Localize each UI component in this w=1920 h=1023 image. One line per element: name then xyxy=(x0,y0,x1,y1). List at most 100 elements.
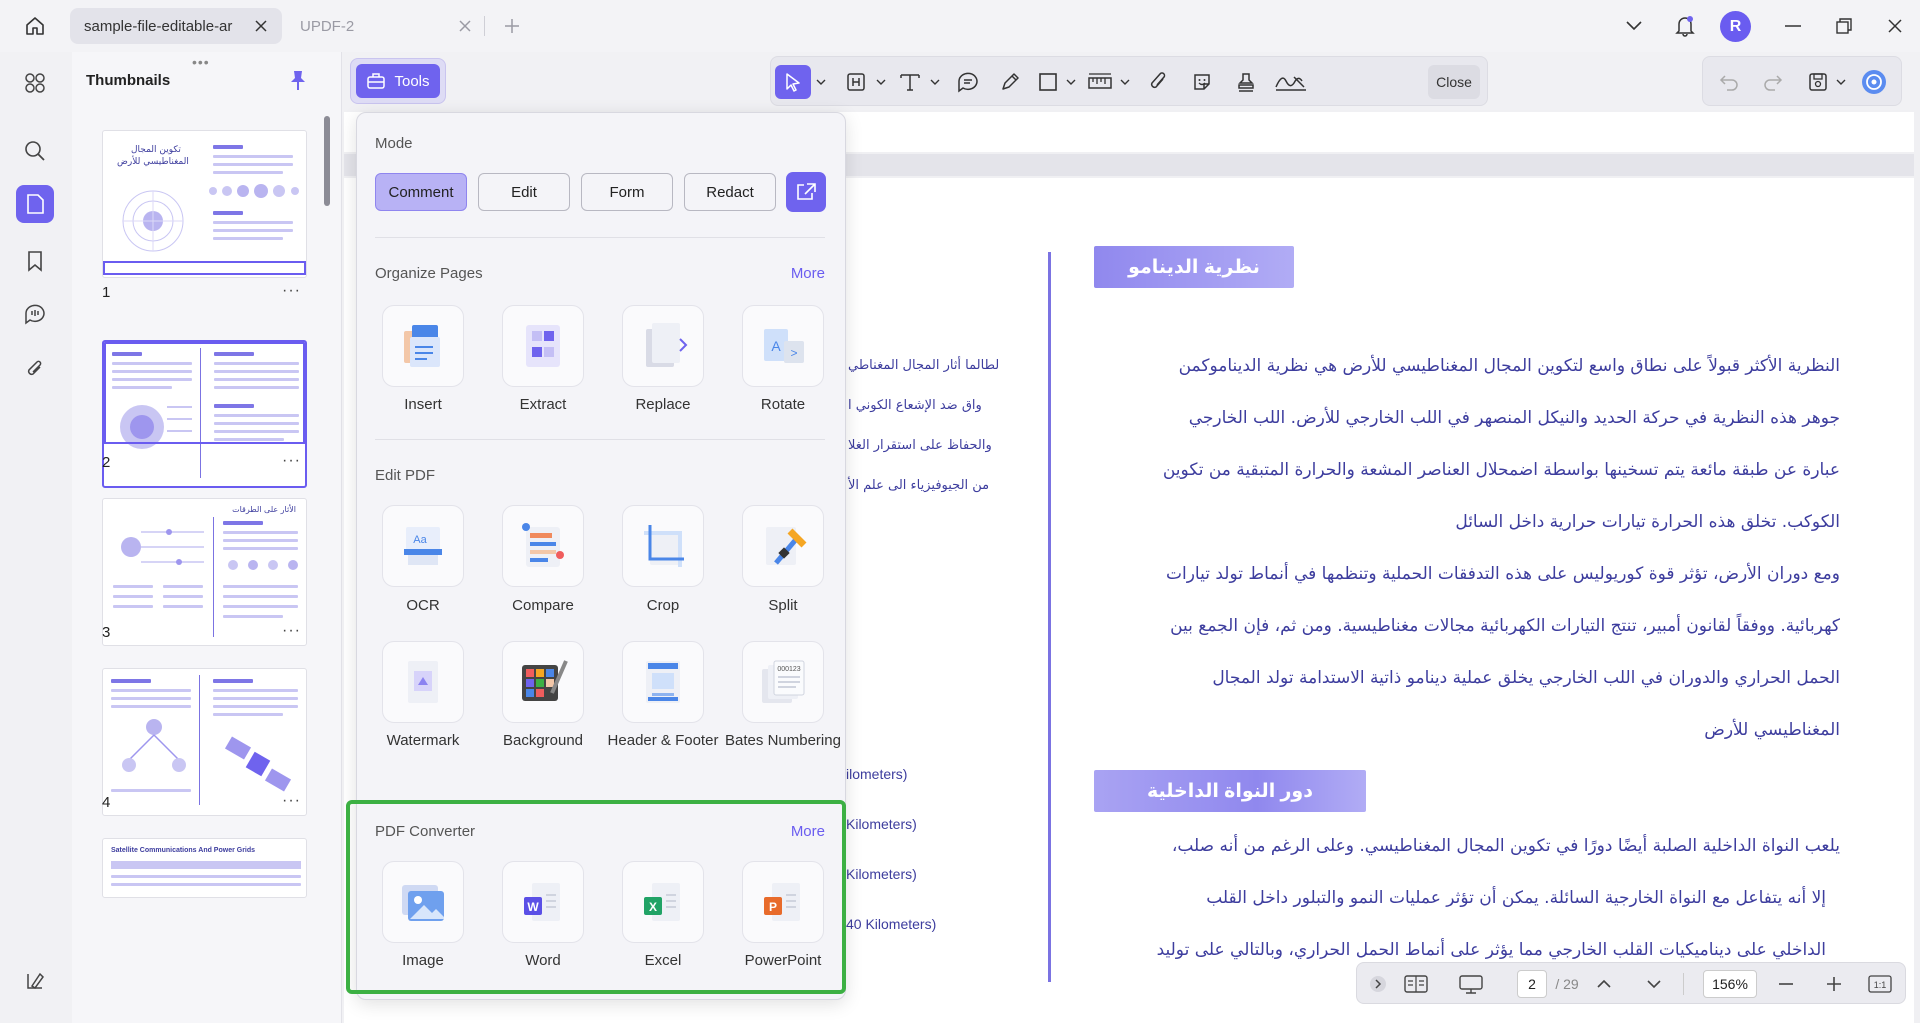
open-external-button[interactable] xyxy=(786,172,826,212)
mode-edit-button[interactable]: Edit xyxy=(478,173,570,211)
zoom-in-icon[interactable] xyxy=(1821,969,1847,999)
drag-handle[interactable]: ••• xyxy=(192,54,210,70)
ai-assistant-icon[interactable] xyxy=(1857,65,1891,99)
svg-text:Aa: Aa xyxy=(413,534,427,546)
redo-icon[interactable] xyxy=(1757,65,1789,99)
thumb-title: المغناطيسي للأرض xyxy=(117,157,189,167)
bell-icon[interactable] xyxy=(1670,12,1700,40)
extract-tile[interactable] xyxy=(502,305,584,387)
tools-button-inner[interactable]: Tools xyxy=(356,64,440,98)
thumbnail-page-3[interactable]: الأثار على الطرقات xyxy=(102,498,307,646)
stamp-tool[interactable] xyxy=(1229,65,1263,99)
chevron-down-icon[interactable] xyxy=(873,65,889,99)
thumbnail-page-2[interactable] xyxy=(102,340,307,488)
header-footer-tile[interactable] xyxy=(622,641,704,723)
split-tile[interactable] xyxy=(742,505,824,587)
extract-label: Extract xyxy=(519,396,567,413)
external-link-icon xyxy=(797,183,816,200)
chevron-down-icon[interactable] xyxy=(813,65,829,99)
bates-numbering-label: Bates Numbering xyxy=(725,732,841,749)
tools-button[interactable]: Tools xyxy=(350,58,446,104)
rectangle-icon xyxy=(1039,73,1057,91)
thumb-title: Satellite Communications And Power Grids xyxy=(111,847,256,854)
replace-tile[interactable] xyxy=(622,305,704,387)
note-tool[interactable] xyxy=(951,65,985,99)
left-rail xyxy=(0,52,72,1023)
attach-tool[interactable] xyxy=(1141,65,1175,99)
undo-icon[interactable] xyxy=(1713,65,1745,99)
crop-tile[interactable] xyxy=(622,505,704,587)
chevron-down-icon[interactable] xyxy=(1117,65,1133,99)
thumb-more-icon[interactable]: ··· xyxy=(282,452,301,470)
doc-text-line: يلعب النواة الداخلية الصلبة أيضًا دورًا … xyxy=(1171,836,1840,856)
stamp-icon xyxy=(1238,73,1254,92)
close-tab-icon[interactable] xyxy=(252,17,270,35)
organize-more-link[interactable]: More xyxy=(791,265,825,282)
mode-comment-button[interactable]: Comment xyxy=(375,173,467,211)
bates-numbering-tile[interactable]: 000123 xyxy=(742,641,824,723)
page-number-input[interactable]: 2 xyxy=(1517,970,1547,998)
thumbnails-scrollbar[interactable] xyxy=(324,116,330,206)
next-page-icon[interactable] xyxy=(1641,969,1667,999)
previous-page-icon[interactable] xyxy=(1591,969,1617,999)
section-heading: نظرية الدينامو xyxy=(1094,246,1294,288)
rotate-tile[interactable]: A > xyxy=(742,305,824,387)
chevron-down-icon[interactable] xyxy=(1833,65,1849,99)
pencil-tool[interactable] xyxy=(993,65,1027,99)
insert-tile[interactable] xyxy=(382,305,464,387)
comment-icon[interactable] xyxy=(16,295,54,333)
zoom-level-input[interactable]: 156% xyxy=(1703,970,1757,998)
measure-tool[interactable] xyxy=(1085,65,1115,99)
divider xyxy=(1683,973,1684,995)
bookmark-icon[interactable] xyxy=(16,242,54,280)
ocr-tile[interactable]: Aa xyxy=(382,505,464,587)
mode-form-button[interactable]: Form xyxy=(581,173,673,211)
thumbnail-page-5[interactable]: Satellite Communications And Power Grids xyxy=(102,838,307,898)
collapse-arrow-icon[interactable] xyxy=(1367,969,1389,999)
thumb-more-icon[interactable]: ··· xyxy=(282,792,301,810)
user-avatar[interactable]: R xyxy=(1720,11,1751,42)
close-toolbar-button[interactable]: Close xyxy=(1428,65,1480,99)
background-label: Background xyxy=(502,732,584,749)
actual-size-icon[interactable]: 1:1 xyxy=(1865,969,1895,999)
attachment-icon[interactable] xyxy=(16,350,54,388)
thumbnails-icon[interactable] xyxy=(16,185,54,223)
doc-left-text: والحفاظ على استقرار الغلا xyxy=(848,438,992,453)
tab-sample-file[interactable]: sample-file-editable-ar xyxy=(70,8,282,44)
close-window-icon[interactable] xyxy=(1880,12,1910,40)
background-tile[interactable] xyxy=(502,641,584,723)
restore-icon[interactable] xyxy=(1829,12,1859,40)
sticker-icon xyxy=(1194,74,1210,90)
save-icon[interactable] xyxy=(1803,65,1833,99)
grid-icon[interactable] xyxy=(16,64,54,102)
tab-updf-2[interactable]: UPDF-2 xyxy=(286,8,486,44)
close-tab-icon[interactable] xyxy=(456,17,474,35)
thumbnail-page-1[interactable]: تكوين المجال المغناطيسي للأرض xyxy=(102,130,307,278)
search-icon[interactable] xyxy=(16,132,54,170)
mode-redact-button[interactable]: Redact xyxy=(684,173,776,211)
minimize-icon[interactable] xyxy=(1778,12,1808,40)
thumb-more-icon[interactable]: ··· xyxy=(282,622,301,640)
add-tab-icon[interactable] xyxy=(500,14,524,38)
rectangle-tool[interactable] xyxy=(1033,65,1063,99)
chevron-down-icon[interactable] xyxy=(1620,12,1648,40)
page-layout-icon[interactable] xyxy=(1401,969,1431,999)
watermark-tile[interactable] xyxy=(382,641,464,723)
select-tool[interactable] xyxy=(775,65,811,99)
zoom-out-icon[interactable] xyxy=(1773,969,1799,999)
sticker-tool[interactable] xyxy=(1185,65,1219,99)
thumbnail-page-4[interactable] xyxy=(102,668,307,816)
layers-icon[interactable] xyxy=(16,962,54,1000)
tab-label: UPDF-2 xyxy=(300,17,355,35)
pin-icon[interactable] xyxy=(287,68,309,92)
chevron-down-icon[interactable] xyxy=(927,65,943,99)
chevron-down-icon[interactable] xyxy=(1063,65,1079,99)
compare-tile[interactable] xyxy=(502,505,584,587)
doc-left-text: ilometers) xyxy=(846,766,908,782)
signature-tool[interactable] xyxy=(1271,65,1311,99)
thumb-more-icon[interactable]: ··· xyxy=(282,282,301,300)
home-icon[interactable] xyxy=(20,12,50,40)
presentation-icon[interactable] xyxy=(1455,969,1487,999)
text-box-tool[interactable] xyxy=(841,65,871,99)
text-tool[interactable] xyxy=(895,65,925,99)
